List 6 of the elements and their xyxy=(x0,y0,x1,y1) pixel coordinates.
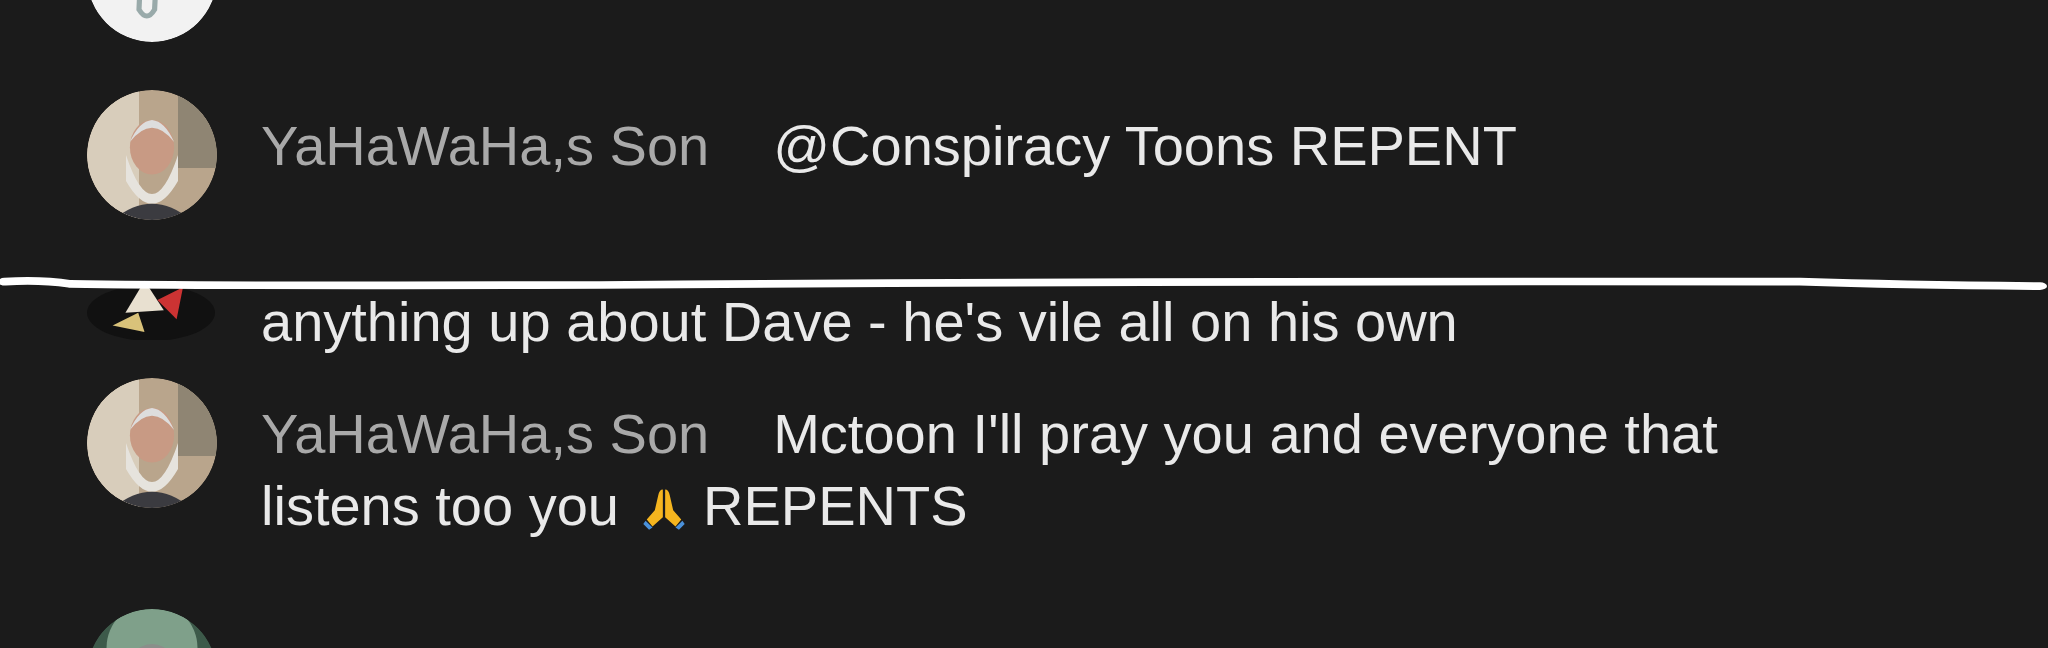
message-text: @Conspiracy Toons REPENT xyxy=(773,114,1517,177)
author-name[interactable]: YaHaWaHa,s Son xyxy=(261,402,710,465)
message-text: Mctoon I'll pray you and everyone that xyxy=(773,402,1718,465)
message-text: listens too you xyxy=(261,474,619,537)
message-text: REPENTS xyxy=(703,474,968,537)
author-name[interactable]: YaHaWaHa,s Son xyxy=(261,114,710,177)
